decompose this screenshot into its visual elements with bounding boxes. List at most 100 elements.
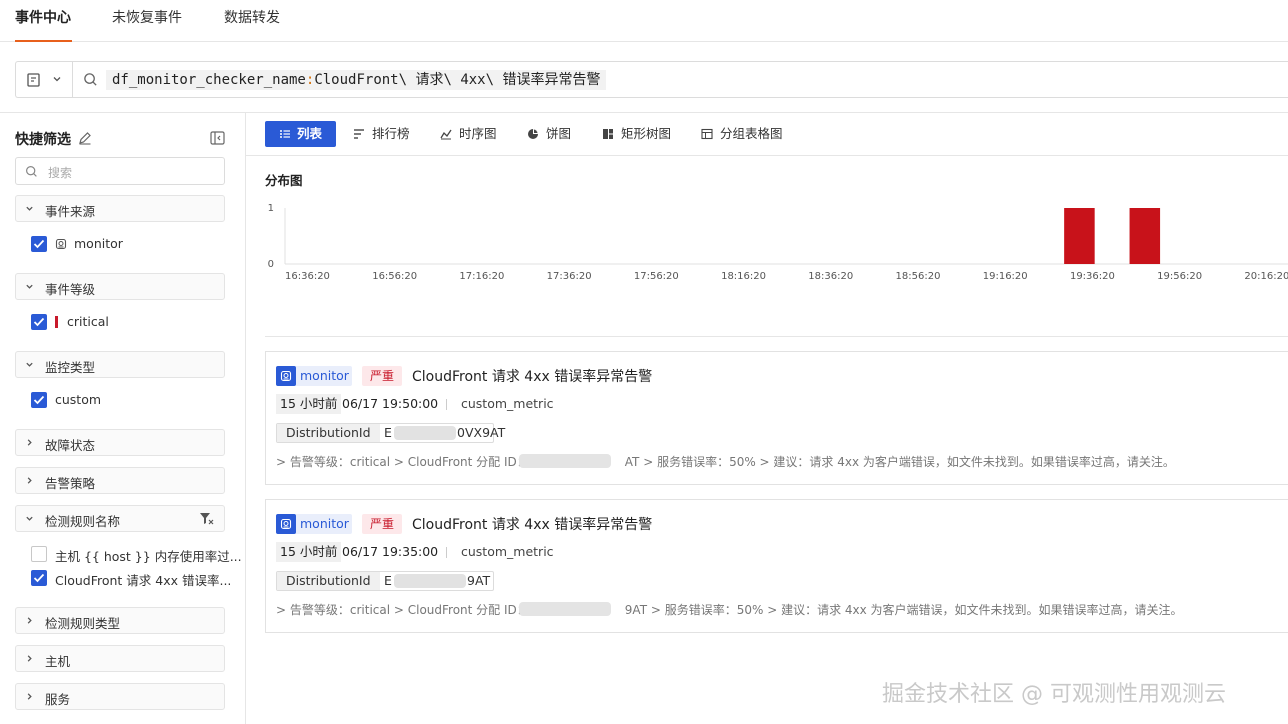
view-tab-label: 排行榜 xyxy=(372,126,410,141)
query-type-dropdown[interactable] xyxy=(16,62,73,97)
watermark: 掘金技术社区 @ 可观测性用观测云 xyxy=(882,682,1226,707)
filter-group-monitor-type[interactable]: 监控类型 xyxy=(15,351,225,378)
chart-y-tick-label: 0 xyxy=(268,259,274,270)
checkbox-checked[interactable] xyxy=(31,392,47,408)
filter-group-host[interactable]: 主机 xyxy=(15,645,225,672)
chart-x-tick-label: 16:36:20 xyxy=(285,271,330,282)
redacted-value xyxy=(394,574,466,588)
filter-group-label: 检测规则名称 xyxy=(45,514,121,529)
severity-badge: 严重 xyxy=(362,366,402,386)
redacted-value xyxy=(519,602,611,616)
tab-unrecovered-events[interactable]: 未恢复事件 xyxy=(112,0,182,42)
view-tab-ranking[interactable]: 排行榜 xyxy=(353,121,423,147)
relative-time: 15 小时前 xyxy=(276,394,342,414)
divider xyxy=(265,336,1288,337)
divider xyxy=(446,547,447,558)
search-icon xyxy=(84,73,97,86)
chevron-right-icon xyxy=(27,693,32,700)
chevron-right-icon xyxy=(27,655,32,662)
distribution-chart-title: 分布图 xyxy=(265,173,303,188)
search-query[interactable]: df_monitor_checker_name:CloudFront\ 请求\ … xyxy=(106,70,607,90)
tag-value-prefix: E xyxy=(384,573,392,588)
checkbox-checked[interactable] xyxy=(31,236,47,252)
distribution-id-tag[interactable]: DistributionId E 0VX9AT xyxy=(276,423,505,443)
filter-group-fault-status[interactable]: 故障状态 xyxy=(15,429,225,456)
chart-x-tick-label: 19:36:20 xyxy=(1070,271,1115,282)
divider xyxy=(446,399,447,410)
tag-value-prefix: E xyxy=(384,425,392,440)
filter-option-label: custom xyxy=(55,392,102,407)
filter-group-event-source[interactable]: 事件来源 xyxy=(15,195,225,222)
divider xyxy=(246,155,1288,156)
view-tab-group-table[interactable]: 分组表格图 xyxy=(701,121,791,147)
chart-x-tick-label: 18:56:20 xyxy=(896,271,941,282)
filter-option-label: 主机 {{ host }} 内存使用率过... xyxy=(55,549,242,564)
redacted-value xyxy=(519,454,611,468)
chevron-right-icon xyxy=(27,617,32,624)
monitor-icon xyxy=(55,238,67,250)
view-tab-treemap[interactable]: 矩形树图 xyxy=(602,121,682,147)
checkbox-unchecked[interactable] xyxy=(31,546,47,562)
edit-icon[interactable] xyxy=(78,131,92,145)
filter-option-label: monitor xyxy=(74,236,123,251)
distribution-chart: 0 1 16:36:20 16:56:20 17:16:20 17:36:20 17:56:… xyxy=(268,203,1288,282)
chart-x-tick-label: 18:16:20 xyxy=(721,271,766,282)
tab-event-center[interactable]: 事件中心 xyxy=(15,0,72,42)
filter-search-input[interactable]: 搜索 xyxy=(15,157,225,185)
tag-value-suffix: 0VX9AT xyxy=(457,425,506,440)
chevron-right-icon xyxy=(27,477,32,484)
event-time: 06/17 19:35:00 xyxy=(342,544,439,559)
filter-search-placeholder: 搜索 xyxy=(48,166,73,180)
checkbox-checked[interactable] xyxy=(31,570,47,586)
chart-x-tick-label: 20:16:20 xyxy=(1244,271,1288,282)
view-tab-list[interactable]: 列表 xyxy=(265,121,336,147)
quick-filter-sidebar: 快捷筛选 搜索 事件来源 monitor 事件等级 critical 监控类型 … xyxy=(0,113,246,724)
filter-group-rule-type[interactable]: 检测规则类型 xyxy=(15,607,225,634)
chevron-down-icon xyxy=(26,284,33,289)
timeseries-icon xyxy=(440,129,452,140)
treemap-icon xyxy=(603,129,613,139)
source-badge: monitor xyxy=(276,366,352,386)
chart-x-tick-label: 18:36:20 xyxy=(808,271,853,282)
chevron-down-icon xyxy=(53,77,61,82)
chevron-down-icon xyxy=(26,516,33,521)
source-label: monitor xyxy=(300,516,349,531)
checkbox-checked[interactable] xyxy=(31,314,47,330)
filter-group-label: 检测规则类型 xyxy=(45,616,121,631)
chevron-down-icon xyxy=(26,206,33,211)
clear-filter-icon[interactable] xyxy=(199,512,214,525)
monitor-icon xyxy=(280,518,292,530)
critical-color-marker xyxy=(55,316,58,328)
document-icon xyxy=(27,73,40,87)
view-tab-label: 矩形树图 xyxy=(621,126,672,141)
filter-group-label: 告警策略 xyxy=(45,476,96,491)
chart-x-tick-label: 19:16:20 xyxy=(983,271,1028,282)
filter-group-label: 事件等级 xyxy=(45,282,96,297)
event-card[interactable]: monitor 严重 CloudFront 请求 4xx 错误率异常告警 15 … xyxy=(265,351,1288,485)
chart-bar xyxy=(1064,208,1095,264)
chevron-down-icon xyxy=(26,362,33,367)
filter-group-rule-name[interactable]: 检测规则名称 xyxy=(15,505,225,532)
message-prefix: > 告警等级：critical > CloudFront 分配 ID： xyxy=(276,455,529,469)
event-title[interactable]: CloudFront 请求 4xx 错误率异常告警 xyxy=(412,366,652,386)
distribution-id-tag[interactable]: DistributionId E 9AT xyxy=(276,571,494,591)
filter-option-label: CloudFront 请求 4xx 错误率... xyxy=(55,573,232,588)
event-metric: custom_metric xyxy=(461,544,554,559)
source-label: monitor xyxy=(300,368,349,383)
filter-group-alert-policy[interactable]: 告警策略 xyxy=(15,467,225,494)
filter-group-event-level[interactable]: 事件等级 xyxy=(15,273,225,300)
event-title[interactable]: CloudFront 请求 4xx 错误率异常告警 xyxy=(412,514,652,534)
collapse-sidebar-icon[interactable] xyxy=(210,131,225,145)
redacted-value xyxy=(394,426,456,440)
list-icon xyxy=(280,130,290,138)
event-card[interactable]: monitor 严重 CloudFront 请求 4xx 错误率异常告警 15 … xyxy=(265,499,1288,633)
event-metric: custom_metric xyxy=(461,396,554,411)
view-tab-pie[interactable]: 饼图 xyxy=(527,121,587,147)
tab-data-forwarding[interactable]: 数据转发 xyxy=(224,0,280,42)
view-tab-label: 列表 xyxy=(297,126,323,141)
filter-group-label: 故障状态 xyxy=(45,438,96,453)
query-key: df_monitor_checker_name xyxy=(112,72,306,88)
chevron-right-icon xyxy=(27,439,32,446)
filter-group-service[interactable]: 服务 xyxy=(15,683,225,710)
view-tab-timeseries[interactable]: 时序图 xyxy=(440,121,510,147)
